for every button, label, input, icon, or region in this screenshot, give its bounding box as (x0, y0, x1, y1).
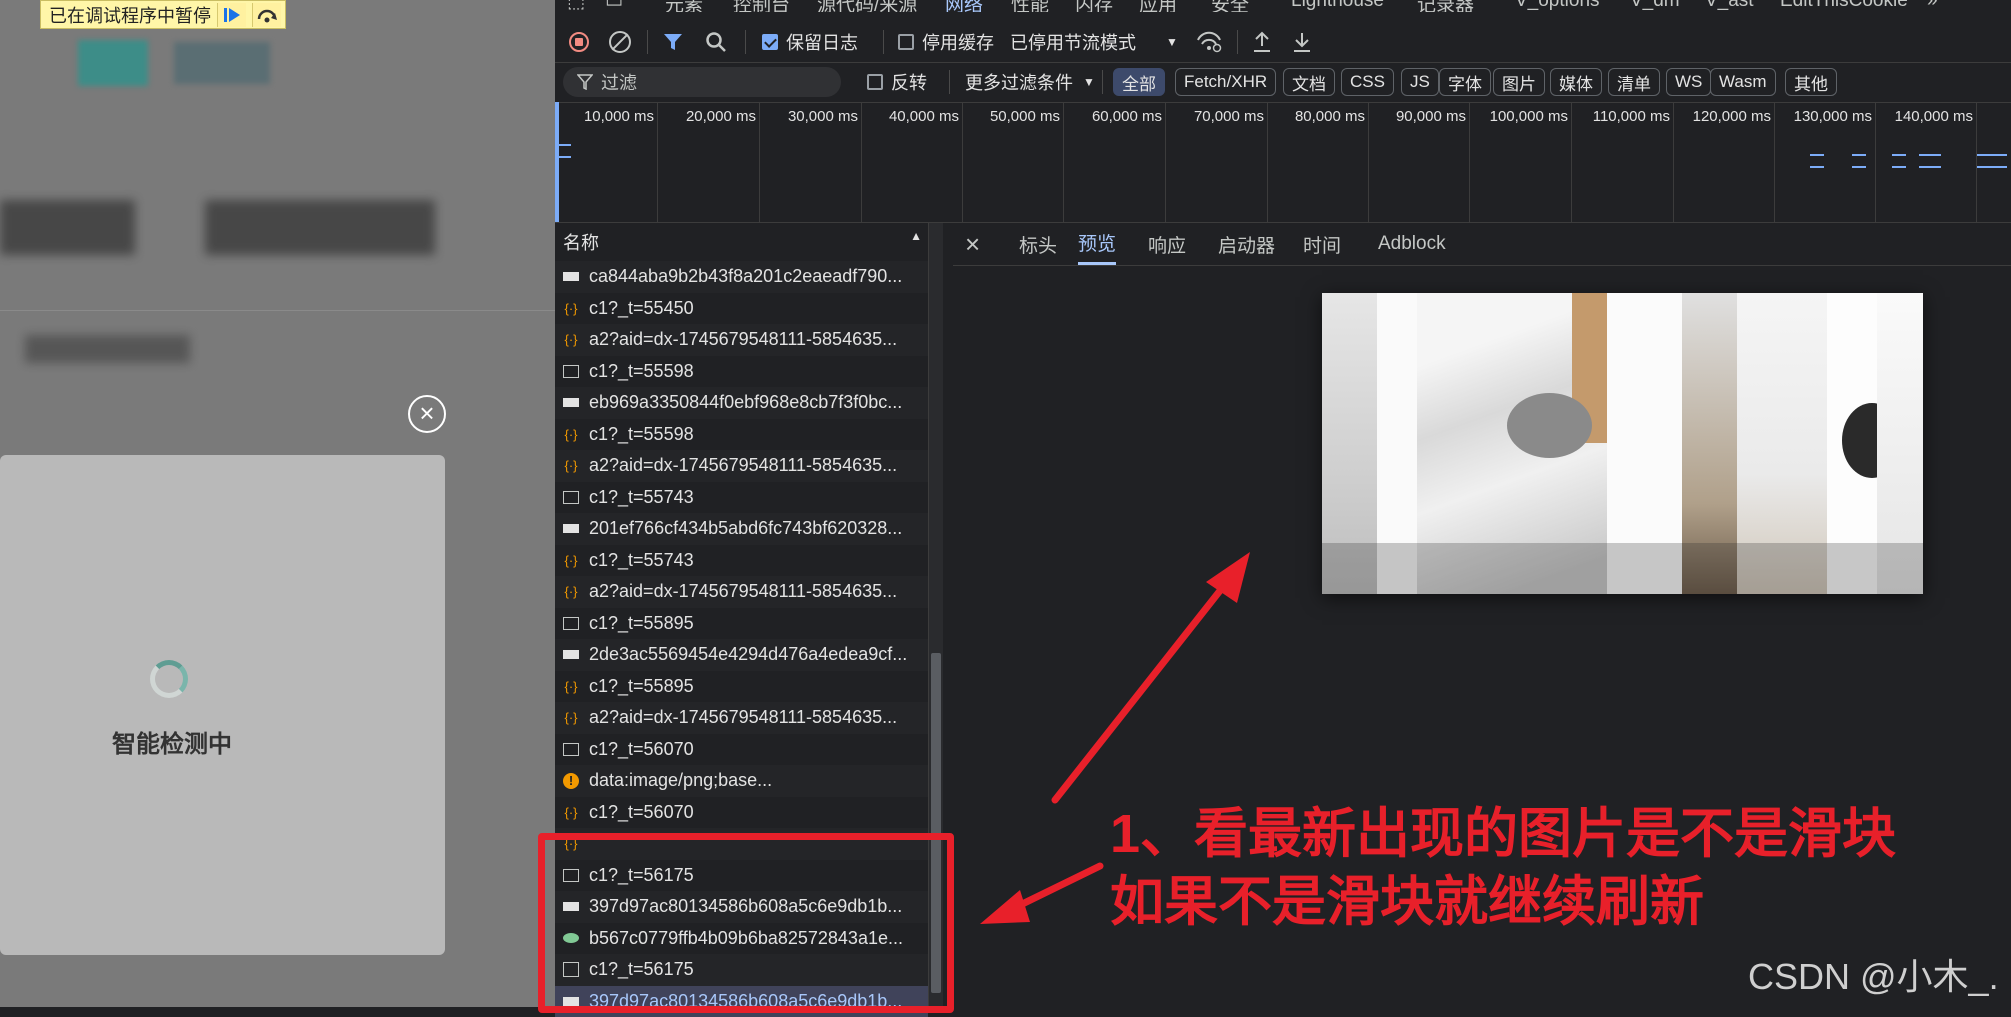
annotation-line-1: 1、看最新出现的图片是不是滑块 (1110, 800, 1896, 868)
annotation-text: 1、看最新出现的图片是不是滑块 如果不是滑块就继续刷新 (1110, 800, 1896, 936)
annotation-line-2: 如果不是滑块就继续刷新 (1110, 868, 1896, 936)
highlight-box (538, 833, 954, 1013)
watermark-text: CSDN @小木_. (1748, 948, 1999, 1000)
